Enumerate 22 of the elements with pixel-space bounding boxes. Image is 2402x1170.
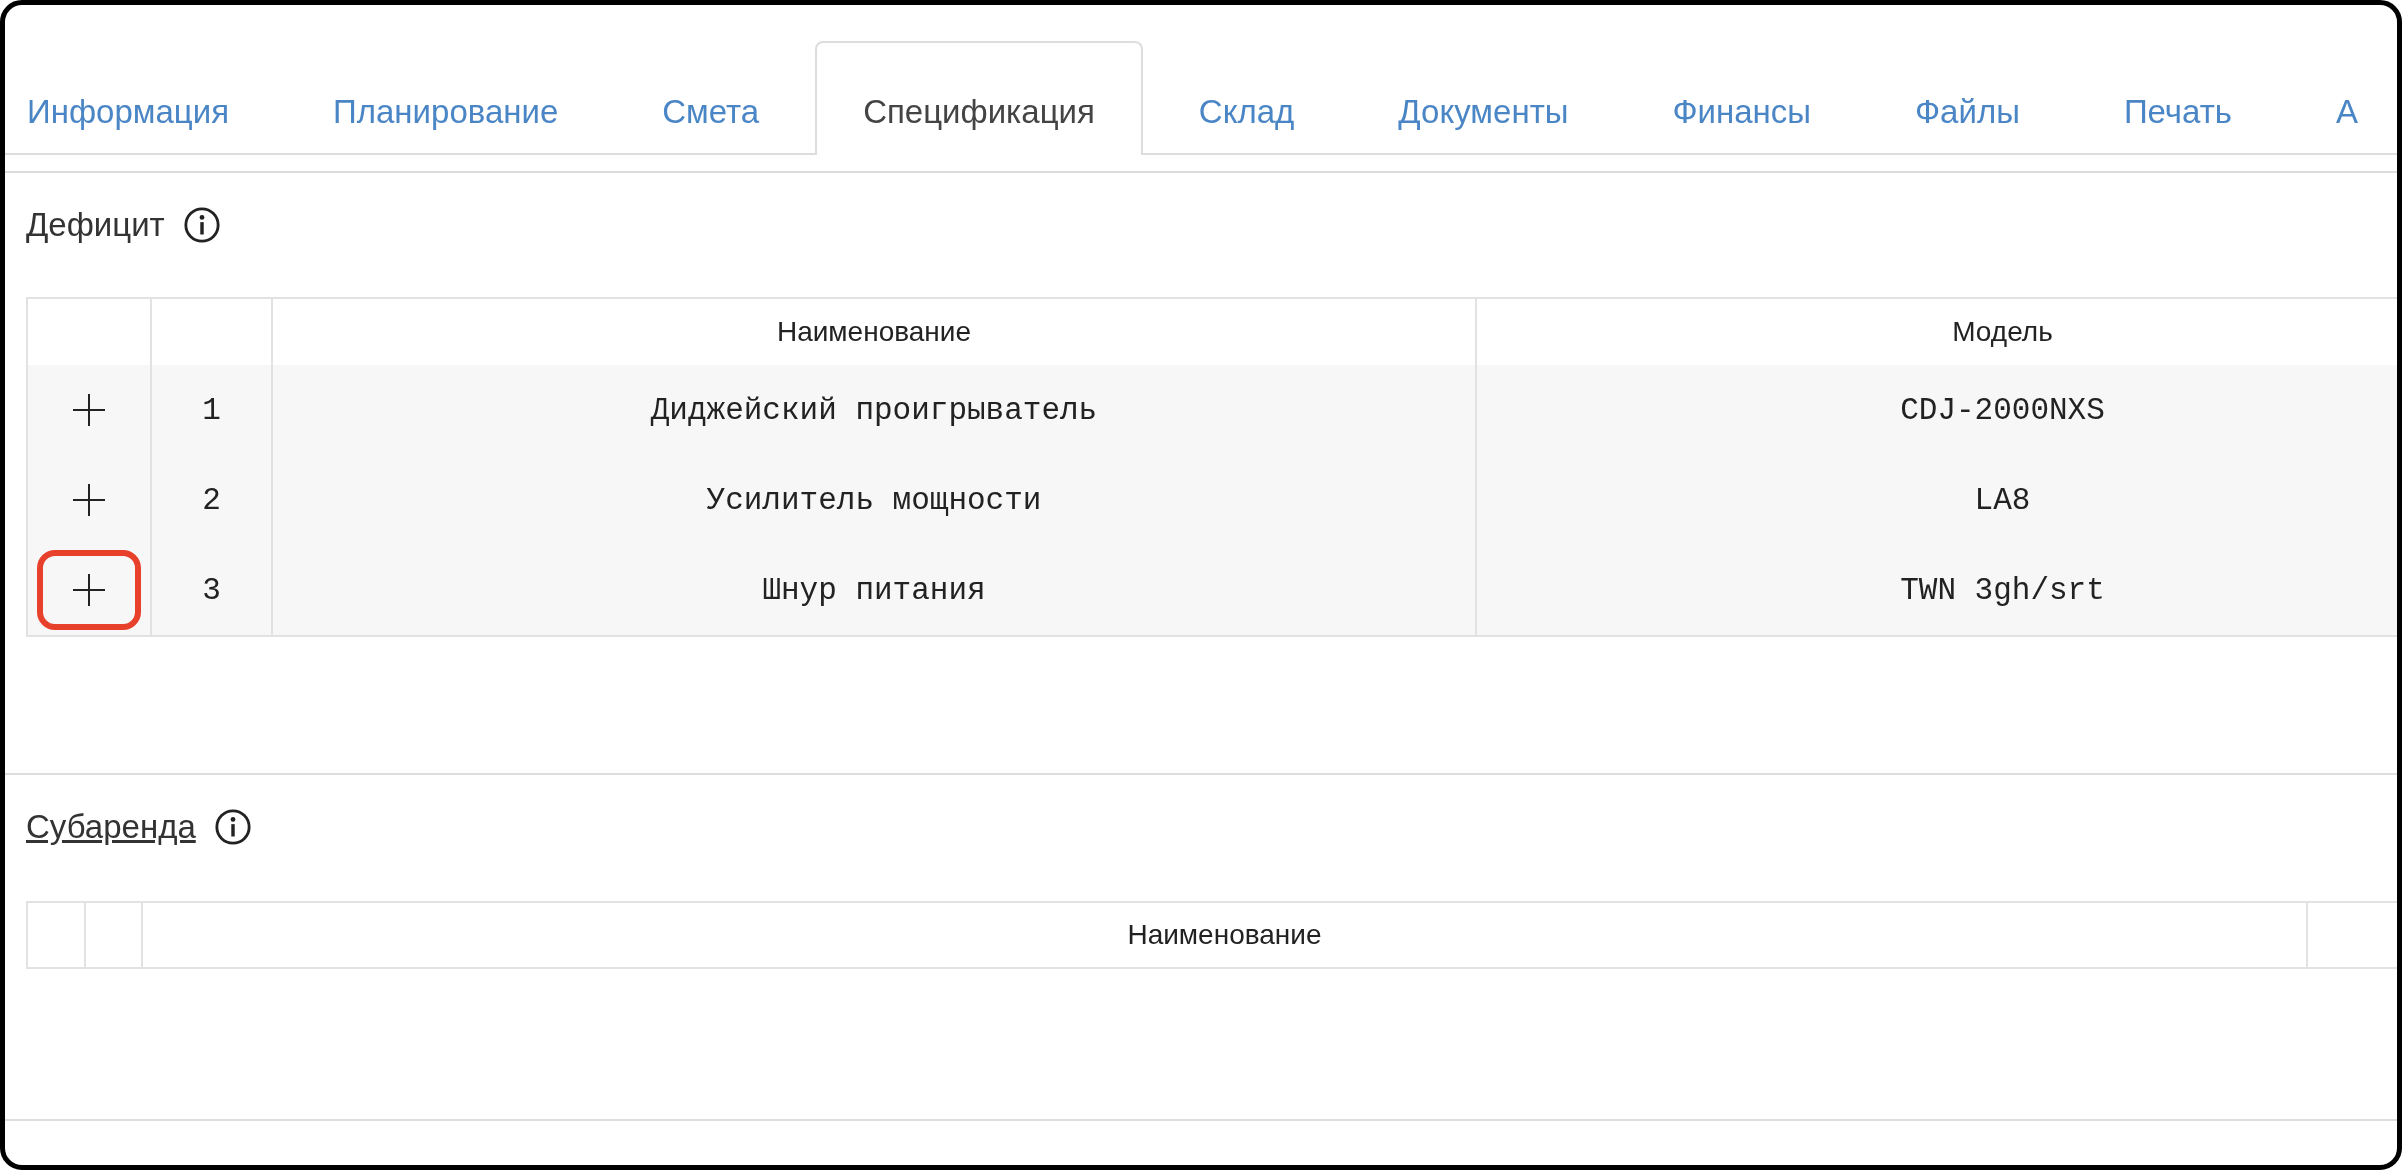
info-icon[interactable] (182, 206, 221, 244)
tab[interactable]: Файлы (1913, 41, 2022, 155)
tab[interactable]: А (2334, 41, 2360, 155)
tab[interactable]: Смета (660, 41, 762, 155)
tab[interactable]: Финансы (1670, 41, 1813, 155)
tab[interactable]: Документы (1396, 41, 1571, 155)
tab[interactable]: Склад (1196, 41, 1297, 155)
table-cell: Шнур питания (273, 545, 1477, 635)
table-cell-text: TWN 3gh/srt (1899, 571, 2106, 610)
section-title: Дефицит (26, 206, 165, 244)
tab[interactable]: Печать (2121, 41, 2234, 155)
tab[interactable]: Спецификация (815, 41, 1143, 155)
table-cell-text: CDJ-2000NXS (1899, 391, 2106, 430)
table-cell: 3 (152, 545, 273, 635)
tab[interactable]: Информация (25, 41, 232, 155)
column-header: Наименование (143, 903, 2308, 967)
column-header: Модель (1951, 315, 2054, 349)
table-cell-text: LA8 (1973, 481, 2032, 520)
add-button[interactable] (37, 550, 141, 630)
section-title[interactable]: Субаренда (26, 808, 196, 846)
info-icon[interactable] (213, 808, 252, 846)
tab[interactable]: Планирование (331, 41, 561, 155)
